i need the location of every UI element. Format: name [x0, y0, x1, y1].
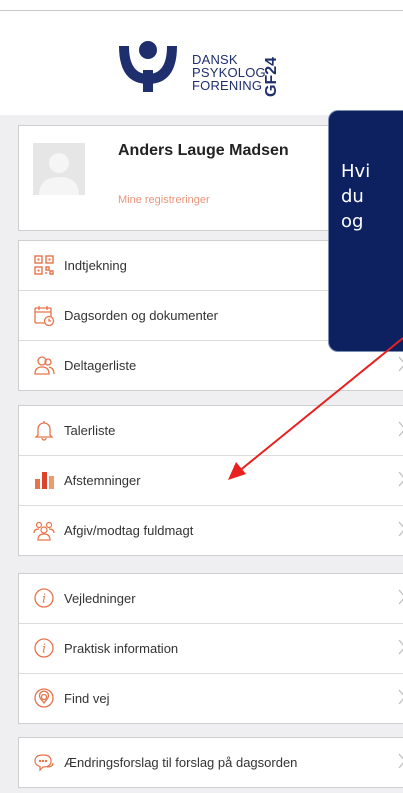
menu-item-label: Afgiv/modtag fuldmagt	[64, 523, 194, 538]
menu-group-3: i Vejledninger i Praktisk information Find v…	[18, 573, 403, 724]
bar-chart-icon	[33, 469, 55, 491]
menu-item-label: Ændringsforslag til forslag på dagsorden	[64, 755, 298, 770]
header-logo-area: DANSK PSYKOLOG FORENING GF24	[0, 11, 403, 115]
chevron-right-icon	[398, 521, 403, 537]
menu-group-2: Talerliste Afstemninger Afgiv/modtag fuldm…	[18, 405, 403, 556]
menu-item-label: Find vej	[64, 691, 110, 706]
group-icon	[33, 519, 55, 541]
tooltip-line-2: du	[341, 186, 364, 207]
info-icon: i	[33, 637, 55, 659]
menu-item[interactable]: i Praktisk information	[19, 624, 403, 674]
speech-bubbles-icon	[33, 751, 55, 773]
menu-item[interactable]: Talerliste	[19, 406, 403, 456]
chevron-right-icon	[398, 689, 403, 705]
calendar-clock-icon	[33, 304, 55, 327]
chevron-right-icon	[398, 421, 403, 437]
menu-group-4: Ændringsforslag til forslag på dagsorden	[18, 737, 403, 788]
svg-text:i: i	[42, 592, 46, 606]
menu-item[interactable]: i Vejledninger	[19, 574, 403, 624]
tooltip-line-1: Hvi	[341, 161, 371, 182]
menu-item-label: Dagsorden og dokumenter	[64, 308, 218, 323]
qr-code-icon	[33, 254, 55, 276]
profile-name: Anders Lauge Madsen	[118, 142, 289, 159]
chevron-right-icon	[398, 639, 403, 655]
menu-item[interactable]: Afstemninger	[19, 456, 403, 506]
menu-item[interactable]: Ændringsforslag til forslag på dagsorden	[19, 738, 403, 787]
people-icon	[33, 354, 55, 376]
my-registrations-link[interactable]: Mine registreringer	[118, 194, 210, 206]
menu-item-label: Deltagerliste	[64, 358, 137, 373]
chevron-right-icon	[398, 471, 403, 487]
tutorial-tooltip: Hvi du og	[328, 110, 403, 352]
menu-item-label: Vejledninger	[64, 591, 136, 606]
menu-item[interactable]: Find vej	[19, 674, 403, 723]
location-pin-icon	[33, 687, 55, 709]
menu-item[interactable]: Afgiv/modtag fuldmagt	[19, 506, 403, 555]
logo-line-3: FORENING	[192, 78, 263, 93]
avatar-placeholder-icon	[33, 143, 85, 195]
avatar	[33, 143, 85, 195]
logo-event-label: GF24	[263, 57, 280, 97]
svg-text:i: i	[42, 642, 46, 656]
logo-psi-icon	[119, 41, 177, 92]
logo-wordmark: DANSK PSYKOLOG FORENING	[192, 53, 266, 92]
status-bar	[0, 0, 403, 11]
menu-item-label: Indtjekning	[64, 258, 127, 273]
logo-event-tag: GF24	[263, 57, 280, 97]
tooltip-line-3: og	[341, 211, 364, 232]
info-icon: i	[33, 587, 55, 609]
menu-item-label: Talerliste	[64, 423, 116, 438]
menu-item-label: Praktisk information	[64, 641, 179, 656]
chevron-right-icon	[398, 589, 403, 605]
chevron-right-icon	[398, 356, 403, 372]
bell-icon	[33, 419, 55, 441]
menu-item-label: Afstemninger	[64, 473, 141, 488]
chevron-right-icon	[398, 753, 403, 769]
